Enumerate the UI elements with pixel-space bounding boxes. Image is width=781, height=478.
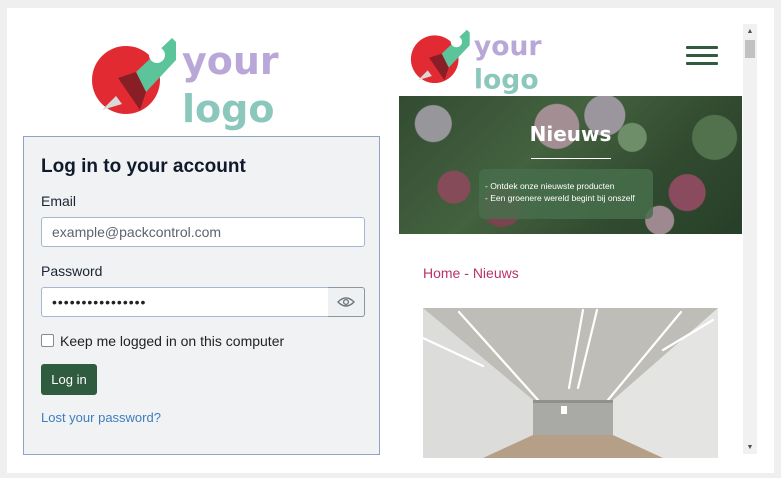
scroll-up-arrow-icon[interactable]: ▲ bbox=[743, 24, 757, 38]
lost-password-link[interactable]: Lost your password? bbox=[41, 410, 161, 425]
hero-line: - Ontdek onze nieuwste producten bbox=[485, 181, 615, 191]
site-logo[interactable]: your logo bbox=[403, 27, 563, 97]
page-frame: your logo Log in to your account Email P… bbox=[7, 8, 774, 473]
email-label: Email bbox=[41, 193, 77, 209]
preview-scrollbar[interactable]: ▲ ▼ bbox=[743, 24, 757, 454]
hero-line: - Een groenere wereld begint bij onszelf bbox=[485, 193, 635, 203]
breadcrumb-separator: - bbox=[460, 265, 473, 281]
login-logo: your logo bbox=[90, 34, 300, 134]
email-field[interactable] bbox=[41, 217, 365, 247]
password-field[interactable] bbox=[41, 287, 329, 317]
breadcrumb: Home - Nieuws bbox=[423, 265, 519, 281]
news-hero-banner: Nieuws - Ontdek onze nieuwste producten … bbox=[399, 96, 742, 234]
hero-title: Nieuws bbox=[529, 122, 612, 146]
show-password-button[interactable] bbox=[328, 287, 365, 317]
password-label: Password bbox=[41, 263, 103, 279]
scrollbar-thumb[interactable] bbox=[745, 40, 755, 58]
breadcrumb-current: Nieuws bbox=[472, 265, 519, 281]
hamburger-menu-icon[interactable] bbox=[686, 46, 718, 66]
login-card: Log in to your account Email Password Ke… bbox=[23, 136, 380, 455]
login-title: Log in to your account bbox=[41, 156, 246, 177]
keep-logged-in-checkbox[interactable] bbox=[41, 334, 54, 347]
login-button[interactable]: Log in bbox=[41, 364, 97, 395]
breadcrumb-home-link[interactable]: Home bbox=[423, 265, 460, 281]
svg-text:your: your bbox=[182, 39, 279, 83]
warehouse-corridor-photo bbox=[423, 308, 718, 458]
rocket-icon bbox=[92, 38, 176, 114]
eye-icon bbox=[337, 297, 355, 307]
keep-logged-in-label[interactable]: Keep me logged in on this computer bbox=[60, 333, 284, 349]
hero-info-box: - Ontdek onze nieuwste producten - Een g… bbox=[479, 169, 653, 219]
svg-text:logo: logo bbox=[182, 87, 274, 131]
svg-text:your: your bbox=[474, 31, 543, 62]
scroll-down-arrow-icon[interactable]: ▼ bbox=[743, 440, 757, 454]
rocket-icon bbox=[410, 29, 470, 83]
svg-text:logo: logo bbox=[474, 65, 539, 96]
hero-divider bbox=[531, 158, 611, 159]
